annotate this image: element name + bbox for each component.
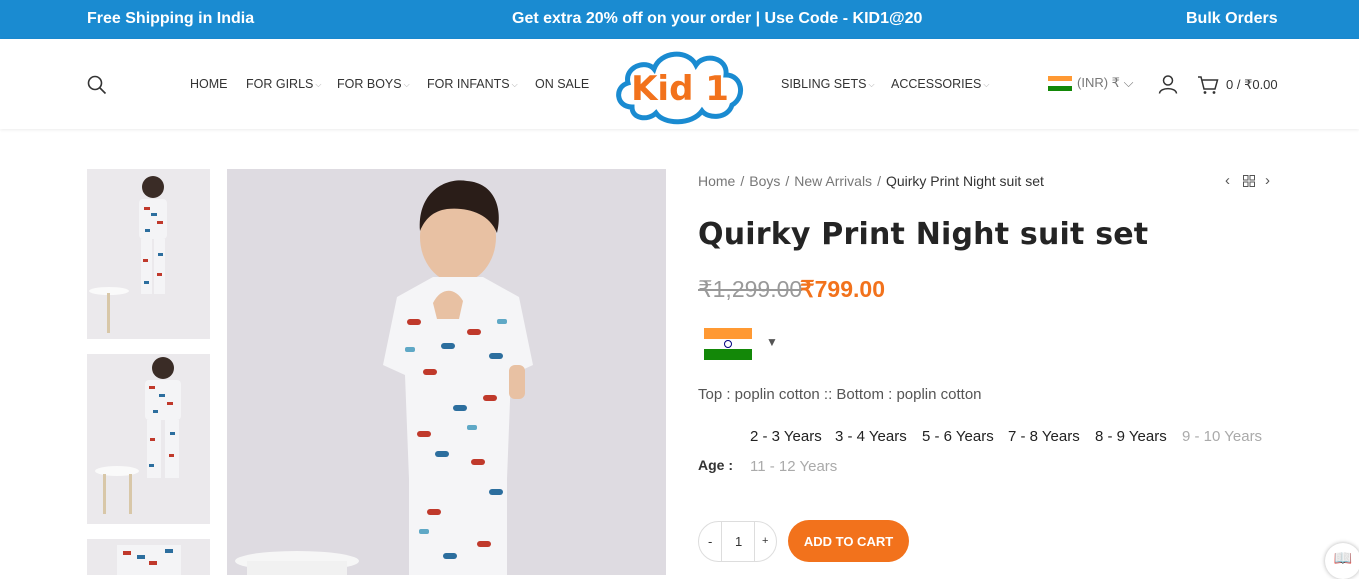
product-material: Top : poplin cotton :: Bottom : poplin c…: [698, 386, 982, 403]
cart-total[interactable]: 0 / ₹0.00: [1226, 77, 1278, 93]
chevron-down-icon: ⌵: [983, 80, 990, 89]
age-option-9-10[interactable]: 9 - 10 Years: [1182, 428, 1262, 445]
quantity-decrease-button[interactable]: -: [708, 534, 712, 549]
quantity-increase-button[interactable]: +: [762, 535, 768, 547]
ashoka-chakra-icon: [724, 339, 732, 348]
breadcrumb-separator: /: [877, 173, 881, 189]
breadcrumb-separator: /: [785, 173, 790, 189]
product-title: Quirky Print Night suit set: [698, 217, 1149, 252]
chevron-down-icon: ⌵: [403, 80, 410, 89]
product-thumbnail-1[interactable]: [87, 169, 210, 339]
breadcrumb-separator: /: [740, 173, 745, 189]
free-shipping-text: Free Shipping in India: [87, 10, 255, 27]
original-price: ₹1,299.00: [698, 276, 803, 302]
chevron-down-icon: ⌵: [1123, 75, 1134, 90]
nav-home[interactable]: HOME: [190, 77, 228, 91]
product-photo: [227, 169, 666, 575]
product-thumbnail-image: [87, 169, 210, 339]
user-icon[interactable]: [1158, 74, 1178, 94]
product-thumbnail-image: [87, 354, 210, 524]
nav-sibling-sets[interactable]: SIBLING SETS ⌵: [781, 77, 875, 91]
search-icon[interactable]: [87, 75, 107, 95]
chevron-down-icon: ⌵: [868, 80, 875, 89]
age-label-text: Age: [698, 457, 725, 473]
age-label: Age :: [698, 457, 734, 473]
nav-on-sale-label: ON SALE: [535, 77, 590, 91]
dropdown-arrow-icon[interactable]: ▼: [766, 335, 778, 349]
nav-home-label: HOME: [190, 77, 228, 91]
kid1-logo[interactable]: Kid 1: [612, 45, 748, 125]
grid-icon[interactable]: [1243, 175, 1255, 187]
book-icon[interactable]: 📖: [1325, 543, 1359, 579]
age-option-8-9[interactable]: 8 - 9 Years: [1095, 428, 1167, 445]
nav-for-boys[interactable]: FOR BOYS ⌵: [337, 77, 410, 91]
prev-product-icon[interactable]: ‹: [1225, 172, 1230, 189]
nav-for-girls[interactable]: FOR GIRLS ⌵: [246, 77, 321, 91]
product-thumbnail-image: [87, 539, 210, 575]
nav-sibling-sets-label: SIBLING SETS: [781, 77, 867, 91]
divider: [721, 522, 722, 561]
currency-switcher[interactable]: (INR) ₹ ⌵: [1077, 75, 1133, 91]
bulk-orders-link[interactable]: Bulk Orders: [1186, 10, 1278, 28]
breadcrumb-boys[interactable]: Boys: [749, 173, 780, 189]
nav-accessories[interactable]: ACCESSORIES ⌵: [891, 77, 989, 91]
breadcrumb-new-arrivals[interactable]: New Arrivals: [794, 173, 872, 189]
product-thumbnail-2[interactable]: [87, 354, 210, 524]
site-header: HOME FOR GIRLS ⌵ FOR BOYS ⌵ FOR INFANTS ⌵ O…: [0, 39, 1359, 129]
age-option-5-6[interactable]: 5 - 6 Years: [922, 428, 994, 445]
announcement-bar: Free Shipping in India Get extra 20% off…: [0, 0, 1359, 39]
age-option-2-3[interactable]: 2 - 3 Years: [750, 428, 822, 445]
age-option-3-4[interactable]: 3 - 4 Years: [835, 428, 907, 445]
chevron-down-icon: ⌵: [511, 80, 518, 89]
add-to-cart-button[interactable]: ADD TO CART: [788, 520, 909, 562]
breadcrumb: Home / Boys / New Arrivals / Quirky Print Nigh…: [698, 173, 1044, 189]
product-thumbnail-3[interactable]: [87, 539, 210, 575]
main-product-image[interactable]: [227, 169, 666, 575]
nav-accessories-label: ACCESSORIES: [891, 77, 982, 91]
india-flag-icon[interactable]: [704, 328, 752, 360]
age-option-7-8[interactable]: 7 - 8 Years: [1008, 428, 1080, 445]
quantity-input[interactable]: 1: [735, 534, 742, 549]
india-flag-icon[interactable]: [1048, 76, 1072, 91]
nav-for-infants-label: FOR INFANTS: [427, 77, 510, 91]
chevron-down-icon: ⌵: [315, 80, 322, 89]
sale-price: ₹799.00: [800, 276, 885, 302]
nav-for-boys-label: FOR BOYS: [337, 77, 402, 91]
breadcrumb-home[interactable]: Home: [698, 173, 735, 189]
nav-on-sale[interactable]: ON SALE: [535, 77, 589, 91]
breadcrumb-current: Quirky Print Night suit set: [885, 173, 1044, 189]
age-option-11-12[interactable]: 11 - 12 Years: [750, 458, 837, 475]
logo-text: Kid 1: [631, 69, 729, 109]
next-product-icon[interactable]: ›: [1265, 172, 1270, 189]
nav-for-infants[interactable]: FOR INFANTS ⌵: [427, 77, 518, 91]
nav-for-girls-label: FOR GIRLS: [246, 77, 314, 91]
currency-label: (INR) ₹: [1077, 75, 1120, 90]
promo-code-text: Get extra 20% off on your order | Use Co…: [512, 10, 923, 27]
quantity-stepper: - 1 +: [698, 521, 777, 562]
cart-icon[interactable]: [1197, 75, 1219, 95]
divider: [754, 522, 755, 561]
